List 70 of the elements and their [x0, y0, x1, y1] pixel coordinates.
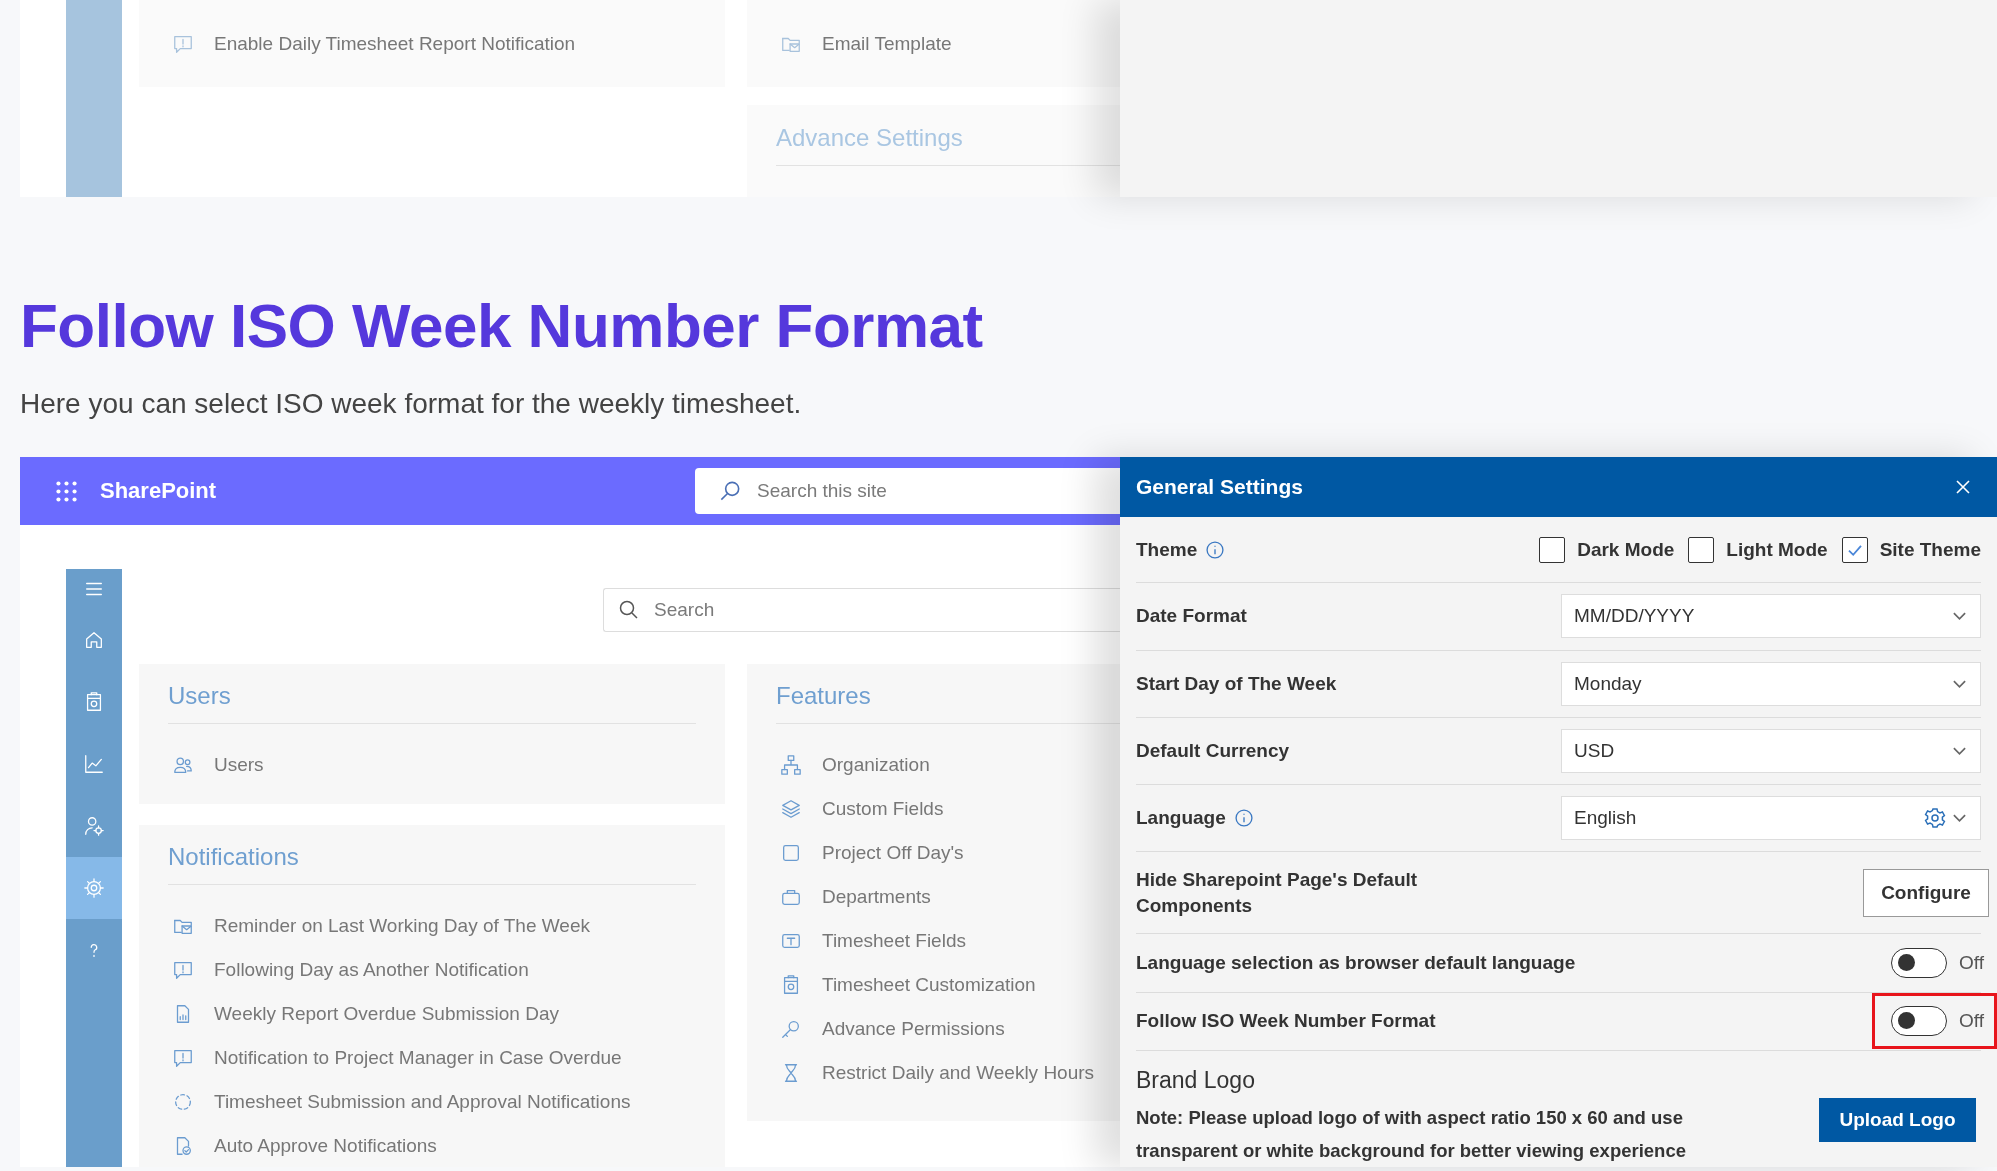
toggle-state: Off	[1959, 1010, 1984, 1033]
line-chart-icon	[83, 753, 105, 775]
toggle-switch[interactable]	[1891, 1006, 1947, 1037]
chevron-down-icon	[1953, 746, 1966, 755]
chevron-down-icon	[1953, 612, 1966, 621]
settings-link[interactable]: Project Off Day's	[822, 842, 964, 864]
page-heading: Follow ISO Week Number Format	[20, 290, 984, 362]
org-chart-icon	[780, 754, 802, 776]
checkbox[interactable]	[1539, 536, 1566, 563]
app-name[interactable]: SharePoint	[100, 478, 217, 504]
feature-link[interactable]: Email Template	[822, 32, 952, 55]
key-icon	[780, 1018, 802, 1040]
panel-title: General Settings	[1136, 475, 1303, 499]
settings-icon[interactable]	[1923, 806, 1947, 831]
checkbox-label[interactable]: Dark Mode	[1577, 538, 1675, 561]
dashed-circle-icon	[172, 1091, 194, 1113]
chevron-down-icon	[1953, 814, 1966, 823]
chevron-down-icon	[1953, 679, 1966, 688]
settings-link[interactable]: Custom Fields	[822, 798, 944, 820]
site-search-field[interactable]: Search this site	[695, 468, 1120, 514]
upload-logo-button[interactable]: Upload Logo	[1819, 1098, 1976, 1142]
app-launcher-icon[interactable]	[55, 479, 78, 503]
setting-label: Theme	[1136, 537, 1198, 562]
section-title: Brand Logo	[1136, 1066, 1256, 1095]
checkbox[interactable]	[1688, 536, 1715, 563]
settings-link[interactable]: Timesheet Submission and Approval Notifications	[214, 1091, 631, 1113]
settings-link[interactable]: Departments	[822, 886, 931, 908]
dropdown[interactable]: Monday	[1561, 661, 1981, 706]
settings-link[interactable]: Advance Permissions	[822, 1018, 1005, 1040]
setting-label: Start Day of The Week	[1136, 671, 1337, 696]
intro-text: Here you can select ISO week format for the weekly timesheet.	[20, 387, 803, 421]
settings-link[interactable]: Timesheet Customization	[822, 974, 1036, 996]
settings-link[interactable]: Timesheet Fields	[822, 930, 966, 952]
checkbox[interactable]	[1841, 536, 1868, 563]
chat-alert-icon	[172, 959, 194, 981]
card-title: Users	[168, 681, 696, 724]
checkbox-label[interactable]: Site Theme	[1879, 538, 1981, 561]
info-icon[interactable]	[1233, 808, 1254, 829]
notification-link[interactable]: Enable Daily Timesheet Report Notification	[214, 32, 576, 55]
setting-label: Follow ISO Week Number Format	[1136, 1009, 1436, 1034]
settings-link[interactable]: Notification to Project Manager in Case Overdue	[214, 1047, 622, 1069]
settings-link[interactable]: Users	[214, 754, 264, 776]
layers-icon	[780, 798, 802, 820]
user-gear-icon	[83, 815, 105, 837]
dropdown[interactable]: USD	[1561, 728, 1981, 773]
settings-link[interactable]: Restrict Daily and Weekly Hours	[822, 1062, 1095, 1084]
settings-link[interactable]: Organization	[822, 754, 930, 776]
setting-label: Language selection as browser default language	[1136, 951, 1576, 975]
square-icon	[780, 842, 802, 864]
setting-label: Language	[1136, 806, 1226, 831]
settings-link[interactable]: Auto Approve Notifications	[214, 1135, 437, 1157]
dropdown[interactable]: MM/DD/YYYY	[1561, 594, 1981, 639]
info-icon[interactable]	[1205, 539, 1226, 560]
settings-icon	[83, 877, 105, 899]
note-text: Note: Please upload logo of with aspect ratio 150 x 60 and use transparent or white background for better viewing experience	[1136, 1106, 1687, 1163]
configure-button[interactable]: Configure	[1863, 868, 1989, 917]
settings-link[interactable]: Weekly Report Overdue Submission Day	[214, 1003, 559, 1025]
setting-label: Hide Sharepoint Page's Default Components	[1136, 867, 1419, 918]
home-icon	[83, 629, 105, 651]
search-field[interactable]: Search	[603, 588, 1120, 632]
toggle-state: Off	[1959, 952, 1984, 974]
chat-alert-icon	[172, 1047, 194, 1069]
setting-label: Default Currency	[1136, 738, 1290, 763]
card-title: Notifications	[168, 842, 696, 885]
settings-link[interactable]: Following Day as Another Notification	[214, 959, 529, 981]
dropdown[interactable]: English	[1561, 796, 1981, 841]
setting-label: Date Format	[1136, 604, 1247, 629]
settings-link[interactable]: Reminder on Last Working Day of The Week	[214, 915, 590, 937]
checkbox-label[interactable]: Light Mode	[1726, 538, 1828, 561]
toggle-switch[interactable]	[1891, 948, 1947, 978]
